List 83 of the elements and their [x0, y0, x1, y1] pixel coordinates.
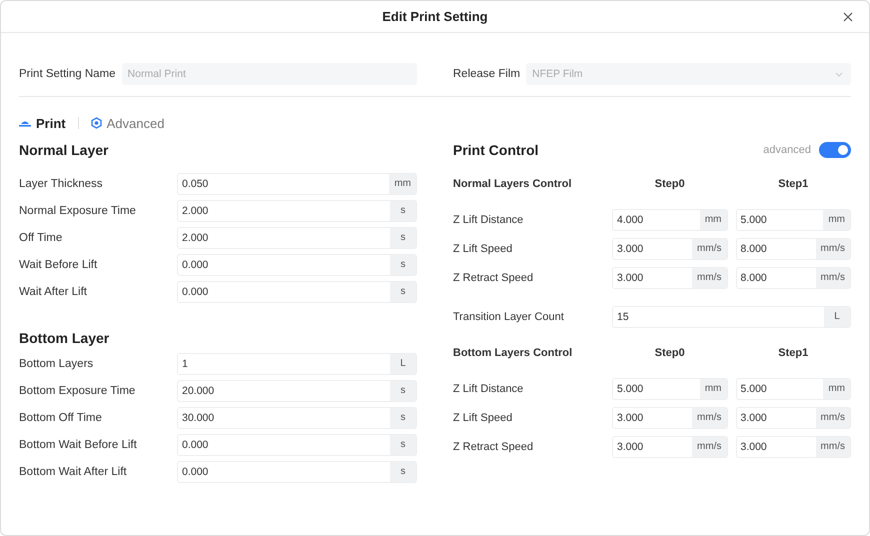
- unit-label: mm: [700, 210, 726, 230]
- section-heading: Bottom Layer: [19, 329, 110, 347]
- number-field[interactable]: 3.000 mm/s: [612, 407, 728, 429]
- number-field[interactable]: 3.000 mm/s: [736, 407, 851, 429]
- number-field[interactable]: 0.000 s: [177, 434, 417, 456]
- unit-label: s: [390, 228, 416, 248]
- field-label: Print Setting Name: [19, 68, 116, 80]
- unit-label: s: [390, 462, 416, 482]
- field-label: Z Lift Distance: [453, 383, 524, 395]
- unit-label: mm/s: [816, 268, 850, 288]
- field-label: Wait After Lift: [19, 286, 88, 298]
- unit-label: mm/s: [816, 408, 850, 428]
- tab[interactable]: Advanced: [90, 116, 164, 130]
- unit-label: s: [390, 408, 416, 428]
- column-heading: Step1: [777, 178, 810, 190]
- unit-label: mm/s: [816, 437, 850, 457]
- advanced-toggle[interactable]: [819, 142, 851, 158]
- number-field[interactable]: 3.000 mm/s: [612, 436, 728, 458]
- number-field[interactable]: 0.050 mm: [177, 173, 417, 195]
- column-heading: Step1: [777, 347, 810, 359]
- section-heading: Print Control: [453, 141, 539, 159]
- number-field[interactable]: 8.000 mm/s: [736, 238, 851, 260]
- unit-label: mm: [700, 379, 726, 399]
- unit-label: s: [390, 282, 416, 302]
- number-field[interactable]: 20.000 s: [177, 380, 417, 402]
- field-label: Bottom Off Time: [19, 412, 103, 424]
- tray-icon: [19, 119, 31, 127]
- number-field[interactable]: 3.000 mm/s: [736, 436, 851, 458]
- hexagon-icon: [90, 117, 102, 129]
- unit-label: mm/s: [692, 239, 726, 259]
- number-field[interactable]: 15 L: [612, 306, 851, 328]
- number-field[interactable]: 5.000 mm: [736, 209, 851, 231]
- unit-label: mm/s: [692, 408, 726, 428]
- field-label: Normal Exposure Time: [19, 205, 137, 217]
- unit-label: s: [390, 255, 416, 275]
- column-heading: Step0: [654, 347, 686, 359]
- unit-label: mm: [823, 210, 850, 230]
- unit-label: mm/s: [692, 268, 726, 288]
- field-label: Z Lift Distance: [453, 214, 524, 226]
- field-label: Off Time: [19, 232, 64, 244]
- tab[interactable]: Print: [19, 116, 66, 130]
- number-field[interactable]: 3.000 mm/s: [612, 267, 728, 289]
- number-field[interactable]: 3.000 mm/s: [612, 238, 728, 260]
- number-field[interactable]: 0.000 s: [177, 254, 417, 276]
- field-label: Layer Thickness: [19, 178, 104, 190]
- field-label: Bottom Wait Before Lift: [19, 439, 138, 451]
- number-field[interactable]: 1 L: [177, 353, 417, 375]
- number-field[interactable]: 5.000 mm: [612, 378, 728, 400]
- dialog-title: Edit Print Setting: [382, 9, 488, 24]
- number-field[interactable]: 0.000 s: [177, 461, 417, 483]
- field-label: Wait Before Lift: [19, 259, 98, 271]
- unit-label: mm/s: [816, 239, 850, 259]
- unit-label: s: [390, 201, 416, 221]
- close-icon[interactable]: [841, 10, 855, 24]
- field-label: Bottom Wait After Lift: [19, 466, 128, 478]
- field-label: Z Retract Speed: [453, 272, 534, 284]
- unit-label: L: [824, 307, 850, 327]
- unit-label: s: [390, 381, 416, 401]
- number-field[interactable]: 4.000 mm: [612, 209, 728, 231]
- field-label: Transition Layer Count: [453, 311, 565, 323]
- field-label: Z Lift Speed: [453, 243, 514, 255]
- field-label: Bottom Exposure Time: [19, 385, 136, 397]
- field-label: Z Retract Speed: [453, 441, 534, 453]
- field-label: Release Film: [453, 68, 520, 80]
- number-field[interactable]: 8.000 mm/s: [736, 267, 851, 289]
- section-heading: Normal Layer: [19, 141, 110, 159]
- number-field[interactable]: 5.000 mm: [736, 378, 851, 400]
- field-label: Z Lift Speed: [453, 412, 514, 424]
- column-heading: Step0: [654, 178, 686, 190]
- number-field[interactable]: 2.000 s: [177, 227, 417, 249]
- group-heading: Normal Layers Control: [453, 177, 573, 192]
- chevron-icon: [835, 72, 843, 76]
- unit-label: mm: [823, 379, 850, 399]
- unit-label: mm/s: [692, 437, 726, 457]
- group-heading: Bottom Layers Control: [453, 346, 574, 361]
- unit-label: s: [390, 435, 416, 455]
- unit-label: mm: [389, 174, 416, 194]
- number-field[interactable]: 0.000 s: [177, 281, 417, 303]
- number-field[interactable]: 30.000 s: [177, 407, 417, 429]
- toggle-label: advanced: [763, 144, 811, 156]
- field-label: Bottom Layers: [19, 358, 94, 370]
- number-field[interactable]: 2.000 s: [177, 200, 417, 222]
- unit-label: L: [390, 354, 416, 374]
